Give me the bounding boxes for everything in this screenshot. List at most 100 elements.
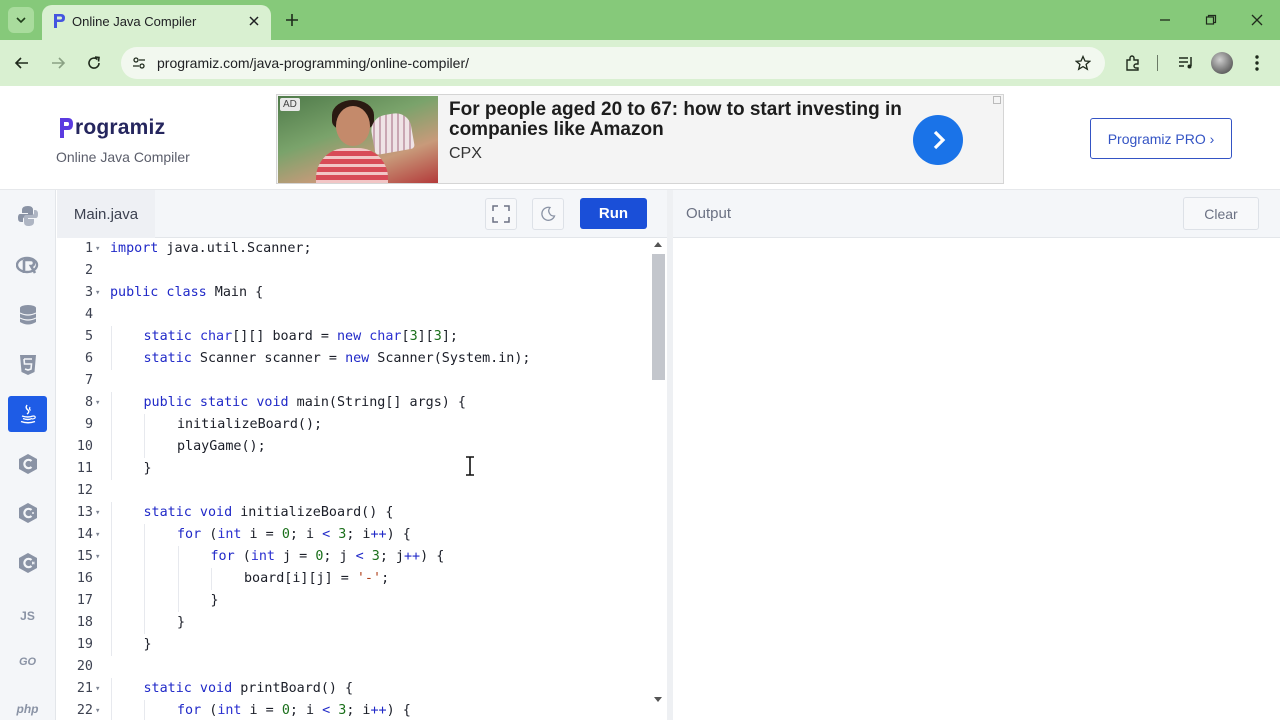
code-line[interactable]: 14 ▾ for (int i = 0; i < 3; i++) {	[57, 524, 647, 546]
file-tab-main-java[interactable]: Main.java	[57, 190, 155, 238]
code-line[interactable]: 19}	[57, 634, 647, 656]
moon-icon	[541, 206, 556, 221]
programiz-logo[interactable]: rogramiz	[58, 114, 165, 142]
c-language-button[interactable]	[8, 446, 47, 482]
browser-tab[interactable]: Online Java Compiler	[42, 5, 271, 40]
code-editor[interactable]: 1 ▾ import java.util.Scanner; 2 3 ▾ public cla…	[57, 238, 667, 720]
code-line[interactable]: 8 ▾ public static void main(String[] args)…	[57, 392, 647, 414]
indent-guide	[110, 348, 112, 370]
ad-arrow-icon[interactable]	[913, 115, 963, 165]
go-language-button[interactable]: GO	[8, 644, 47, 680]
new-tab-icon[interactable]	[282, 10, 302, 30]
code-text: static char[][] board = new char[3][3];	[143, 329, 458, 344]
code-line[interactable]: 11}	[57, 458, 647, 480]
extensions-icon[interactable]	[1122, 52, 1144, 74]
r-language-button[interactable]	[8, 248, 47, 284]
javascript-language-button[interactable]: JS	[8, 598, 47, 634]
url-text: programiz.com/java-programming/online-co…	[157, 55, 469, 71]
code-line[interactable]: 10 playGame();	[57, 436, 647, 458]
tab-search-button[interactable]	[8, 7, 34, 33]
forward-icon[interactable]	[47, 52, 69, 74]
line-number: 20	[76, 659, 93, 674]
output-label: Output	[686, 205, 732, 222]
scroll-down-arrow-icon[interactable]	[654, 697, 662, 702]
database-icon	[19, 305, 36, 325]
fold-arrow-icon[interactable]: ▾	[95, 392, 100, 414]
code-line[interactable]: 15 ▾ for (int j = 0; j < 3; j++) {	[57, 546, 647, 568]
indent-guide	[110, 502, 112, 524]
media-controls-icon[interactable]	[1175, 52, 1197, 74]
html-language-button[interactable]	[8, 347, 47, 383]
editor-scrollbar-thumb[interactable]	[652, 254, 665, 380]
code-line[interactable]: 22 ▾ for (int i = 0; i < 3; i++) {	[57, 700, 647, 720]
line-number: 21	[76, 681, 93, 696]
indent-guide	[110, 590, 112, 612]
bookmark-star-icon[interactable]	[1073, 53, 1093, 73]
code-line[interactable]: 9 initializeBoard();	[57, 414, 647, 436]
fold-arrow-icon[interactable]: ▾	[95, 700, 100, 720]
restore-icon[interactable]	[1201, 10, 1221, 30]
code-line[interactable]: 3 ▾ public class Main {	[57, 282, 647, 304]
code-line[interactable]: 2	[57, 260, 647, 282]
close-tab-icon[interactable]	[245, 12, 263, 30]
csharp-language-button[interactable]	[8, 545, 47, 581]
indent-guide	[110, 700, 112, 720]
line-number: 18	[76, 615, 93, 630]
ad-banner[interactable]: AD For people aged 20 to 67: how to star…	[276, 94, 1004, 184]
code-line[interactable]: 18}	[57, 612, 647, 634]
indent-guide	[211, 568, 212, 590]
run-button[interactable]: Run	[580, 198, 647, 229]
fold-arrow-icon[interactable]: ▾	[95, 678, 100, 700]
line-number: 2	[84, 263, 93, 278]
code-line[interactable]: 12	[57, 480, 647, 502]
line-number: 3	[84, 285, 93, 300]
ad-headline[interactable]: For people aged 20 to 67: how to start i…	[449, 100, 919, 140]
back-icon[interactable]	[11, 52, 33, 74]
indent-guide	[110, 634, 112, 656]
fold-arrow-icon[interactable]: ▾	[95, 502, 100, 524]
python-language-button[interactable]	[8, 198, 47, 234]
code-line[interactable]: 20	[57, 656, 647, 678]
clear-output-button[interactable]: Clear	[1183, 197, 1259, 230]
browser-menu-icon[interactable]	[1246, 52, 1268, 74]
code-line[interactable]: 1 ▾ import java.util.Scanner;	[57, 238, 647, 260]
indent-guide	[110, 612, 112, 634]
dark-mode-button[interactable]	[532, 198, 564, 230]
php-icon: php	[16, 702, 39, 716]
java-language-button[interactable]	[8, 396, 47, 432]
code-line[interactable]: 5 static char[][] board = new char[3][3];	[57, 326, 647, 348]
code-line[interactable]: 4	[57, 304, 647, 326]
code-line[interactable]: 21 ▾ static void printBoard() {	[57, 678, 647, 700]
code-line[interactable]: 13 ▾ static void initializeBoard() {	[57, 502, 647, 524]
line-number: 7	[84, 373, 93, 388]
fold-arrow-icon[interactable]: ▾	[95, 238, 100, 260]
indent-guide	[110, 326, 112, 348]
fold-arrow-icon[interactable]: ▾	[95, 546, 100, 568]
minimize-icon[interactable]	[1155, 10, 1175, 30]
programiz-favicon-icon	[54, 14, 65, 28]
code-line[interactable]: 16 board[i][j] = '-';	[57, 568, 647, 590]
line-number: 16	[76, 571, 93, 586]
site-info-icon[interactable]	[129, 53, 149, 73]
indent-guide	[177, 546, 179, 568]
close-window-icon[interactable]	[1247, 10, 1267, 30]
chevron-down-icon	[16, 17, 26, 24]
programiz-pro-button[interactable]: Programiz PRO ›	[1090, 118, 1232, 159]
code-line[interactable]: 7	[57, 370, 647, 392]
sql-language-button[interactable]	[8, 297, 47, 333]
scroll-up-arrow-icon[interactable]	[654, 242, 662, 247]
profile-avatar[interactable]	[1211, 52, 1233, 74]
indent-guide	[144, 414, 145, 436]
address-bar[interactable]: programiz.com/java-programming/online-co…	[121, 47, 1105, 79]
ad-choices-icon[interactable]	[993, 96, 1001, 104]
code-line[interactable]: 6 static Scanner scanner = new Scanner(Sy…	[57, 348, 647, 370]
cpp-language-button[interactable]	[8, 495, 47, 531]
ad-image	[278, 96, 438, 183]
output-console[interactable]	[673, 238, 1280, 720]
fold-arrow-icon[interactable]: ▾	[95, 282, 100, 304]
reload-icon[interactable]	[83, 52, 105, 74]
code-line[interactable]: 17}	[57, 590, 647, 612]
fullscreen-button[interactable]	[485, 198, 517, 230]
fold-arrow-icon[interactable]: ▾	[95, 524, 100, 546]
line-number: 15	[76, 549, 93, 564]
